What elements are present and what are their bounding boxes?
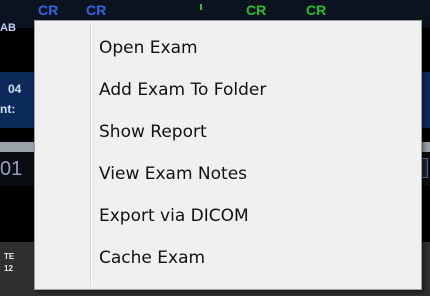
modality-label-3: CR: [246, 2, 267, 18]
row-number-fragment: 01: [0, 158, 23, 180]
menu-item-cache-exam[interactable]: Cache Exam: [99, 244, 399, 272]
patient-name-fragment: AB: [0, 22, 16, 34]
modality-label-4: CR: [306, 2, 327, 18]
menu-icon-gutter-separator: [90, 24, 92, 286]
menu-item-export-via-dicom[interactable]: Export via DICOM: [99, 202, 399, 230]
menu-item-open-exam[interactable]: Open Exam: [99, 34, 399, 62]
context-menu: Open Exam Add Exam To Folder Show Report…: [34, 20, 422, 290]
app-window: CR CR CR CR AB 04 nt: 01 TE 12 Open Exam…: [0, 0, 430, 296]
menu-item-show-report[interactable]: Show Report: [99, 118, 399, 146]
menu-item-view-exam-notes[interactable]: View Exam Notes: [99, 160, 399, 188]
exam-number-fragment: 04: [8, 82, 22, 96]
status-tick: [200, 4, 202, 10]
modality-label-1: CR: [38, 2, 59, 18]
exam-field-fragment: nt:: [0, 102, 16, 116]
modality-label-2: CR: [86, 2, 107, 18]
menu-item-add-exam-to-folder[interactable]: Add Exam To Folder: [99, 76, 399, 104]
bottom-label-fragment: TE: [4, 252, 15, 261]
bottom-number-fragment: 12: [4, 264, 13, 273]
